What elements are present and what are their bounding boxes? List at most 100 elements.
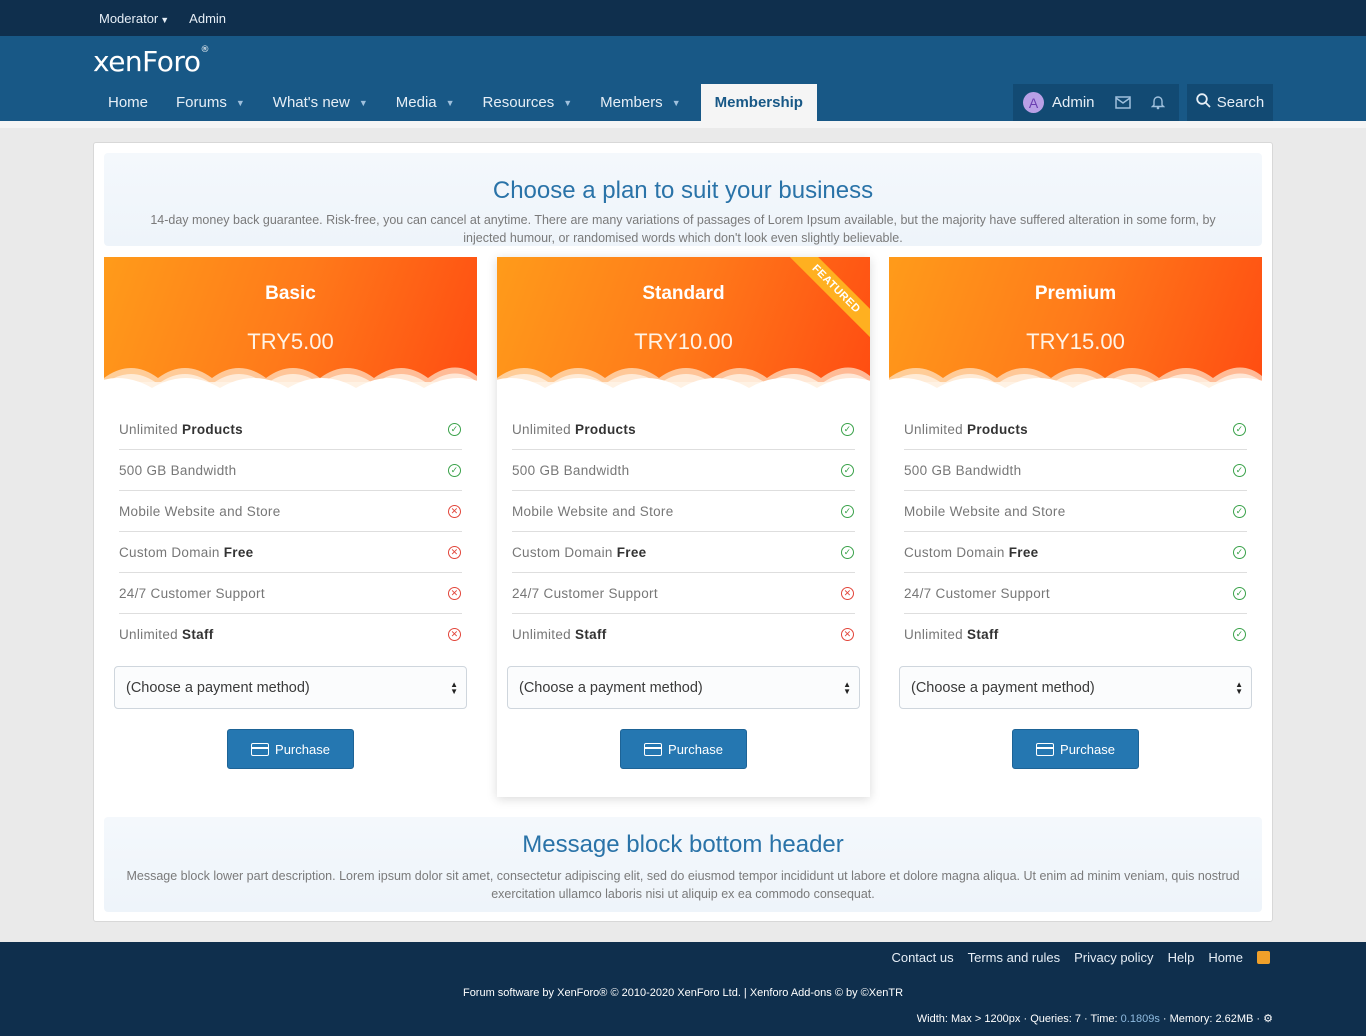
search-label: Search <box>1216 94 1265 111</box>
feature-item: 24/7 Customer Support ✕ <box>512 573 855 614</box>
plan-price: TRY15.00 <box>1026 329 1125 354</box>
feature-highlight: Free <box>223 544 254 560</box>
feature-text: 500 GB Bandwidth <box>119 463 236 478</box>
purchase-button[interactable]: Purchase <box>620 729 747 769</box>
check-circle-icon: ✓ <box>1233 545 1246 559</box>
rss-icon[interactable] <box>1257 951 1270 964</box>
feature-item: Unlimited Products ✓ <box>904 409 1247 450</box>
wave-decoration <box>869 364 1279 402</box>
check-circle-icon: ✓ <box>841 422 854 436</box>
feature-label: Unlimited <box>904 627 968 642</box>
payment-method-select[interactable]: (Choose a payment method) ▲ ▼ <box>899 666 1252 709</box>
debug-time: 0.1809s <box>1120 1013 1160 1025</box>
feature-item: Mobile Website and Store ✓ <box>904 491 1247 532</box>
payment-method-select[interactable]: (Choose a payment method) ▲ ▼ <box>114 666 467 709</box>
moderator-label: Moderator <box>99 10 159 26</box>
credit-card-icon <box>644 742 663 756</box>
copyright: Forum software by XenForo® © 2010-2020 X… <box>462 987 904 999</box>
select-arrows-icon: ▲ ▼ <box>1235 679 1243 696</box>
bottom-description: Message block lower part description. Lo… <box>126 869 1240 901</box>
feature-text: Unlimited Staff <box>904 627 999 642</box>
feature-list: Unlimited Products ✓ 500 GB Bandwidth ✓ Mobi… <box>512 409 855 655</box>
nav-item-membership[interactable]: Membership <box>700 84 817 121</box>
envelope-icon[interactable] <box>1114 96 1131 109</box>
nav-item-resources[interactable]: Resources ▼ <box>469 84 587 121</box>
cross-circle-icon: ✕ <box>841 628 854 641</box>
staff-bar: Moderator ▼ Admin <box>0 0 1366 36</box>
feature-text: Unlimited Products <box>512 422 636 437</box>
feature-label: Unlimited <box>119 421 183 437</box>
gear-icon[interactable]: ⚙ <box>1263 1013 1273 1025</box>
page-title: Choose a plan to suit your business <box>492 177 874 204</box>
feature-item: 24/7 Customer Support ✓ <box>904 573 1247 614</box>
cross-circle-icon: ✕ <box>448 586 461 600</box>
payment-method-value: (Choose a payment method) <box>126 679 310 696</box>
main-nav: Home Forums ▼ What's new ▼ Media ▼ Resources ▼ Me… <box>94 84 817 121</box>
chevron-down-icon[interactable]: ▼ <box>446 98 455 108</box>
feature-label: Mobile Website and Store <box>119 503 281 519</box>
footer-link-contact-us[interactable]: Contact us <box>891 950 953 965</box>
payment-method-value: (Choose a payment method) <box>519 679 703 696</box>
feature-text: Unlimited Products <box>904 422 1028 437</box>
plan-title: Basic <box>265 283 316 304</box>
nav-item-what-s-new[interactable]: What's new ▼ <box>259 84 382 121</box>
search-icon <box>1196 93 1211 112</box>
feature-label: Mobile Website and Store <box>904 503 1066 519</box>
feature-label: 24/7 Customer Support <box>904 585 1050 601</box>
main-content: Choose a plan to suit your business 14-d… <box>84 142 1279 922</box>
cross-circle-icon: ✕ <box>448 504 461 518</box>
check-circle-icon: ✓ <box>1233 463 1246 477</box>
feature-highlight: Staff <box>182 627 214 642</box>
feature-label: Unlimited <box>512 627 576 642</box>
feature-item: Unlimited Staff ✕ <box>512 614 855 655</box>
cross-circle-icon: ✕ <box>448 628 461 641</box>
nav-item-label: Resources <box>482 94 555 111</box>
feature-list: Unlimited Products ✓ 500 GB Bandwidth ✓ Mobi… <box>119 409 462 655</box>
chevron-down-icon[interactable]: ▼ <box>563 98 572 108</box>
check-circle-icon: ✓ <box>841 545 854 559</box>
site-footer: Contact us Terms and rules Privacy policy H… <box>0 942 1366 1036</box>
nav-item-media[interactable]: Media ▼ <box>382 84 469 121</box>
header-underbar <box>0 121 1366 128</box>
feature-item: Unlimited Products ✓ <box>119 409 462 450</box>
footer-link-help[interactable]: Help <box>1168 950 1195 965</box>
check-circle-icon: ✓ <box>1233 504 1246 518</box>
nav-item-forums[interactable]: Forums ▼ <box>162 84 259 121</box>
nav-item-home[interactable]: Home <box>94 84 162 121</box>
feature-highlight: Products <box>182 421 243 437</box>
footer-links: Contact us Terms and rules Privacy policy H… <box>891 950 1270 965</box>
feature-label: 500 GB Bandwidth <box>512 462 630 478</box>
search-button[interactable]: Search <box>1187 84 1273 121</box>
feature-text: 24/7 Customer Support <box>119 586 265 601</box>
wave-decoration <box>84 364 494 402</box>
feature-item: Custom Domain Free ✓ <box>904 532 1247 573</box>
feature-text: 24/7 Customer Support <box>512 586 658 601</box>
payment-method-select[interactable]: (Choose a payment method) ▲ ▼ <box>507 666 860 709</box>
moderator-menu[interactable]: Moderator ▼ <box>99 11 169 26</box>
bottom-message-block: Message block bottom header Message bloc… <box>104 817 1262 912</box>
feature-label: Mobile Website and Store <box>512 503 674 519</box>
footer-link-home[interactable]: Home <box>1208 950 1243 965</box>
chevron-down-icon[interactable]: ▼ <box>236 98 245 108</box>
feature-item: Custom Domain Free ✓ <box>512 532 855 573</box>
purchase-button[interactable]: Purchase <box>1012 729 1139 769</box>
user-name-link[interactable]: Admin <box>1052 94 1095 111</box>
chevron-down-icon[interactable]: ▼ <box>672 98 681 108</box>
bell-icon[interactable] <box>1150 95 1165 110</box>
admin-link[interactable]: Admin <box>189 11 226 26</box>
site-logo[interactable]: xenForo® <box>93 45 209 78</box>
feature-item: Mobile Website and Store ✕ <box>119 491 462 532</box>
feature-label: 500 GB Bandwidth <box>904 462 1022 478</box>
bottom-header: Message block bottom header <box>522 831 844 858</box>
nav-item-members[interactable]: Members ▼ <box>586 84 694 121</box>
chevron-down-icon[interactable]: ▼ <box>359 98 368 108</box>
nav-item-label: Home <box>108 94 149 111</box>
credit-card-icon <box>251 742 270 756</box>
feature-highlight: Free <box>1008 544 1039 560</box>
wave-decoration <box>477 364 887 402</box>
footer-link-terms-and-rules[interactable]: Terms and rules <box>968 950 1060 965</box>
feature-label: Custom Domain <box>119 544 224 560</box>
purchase-button[interactable]: Purchase <box>227 729 354 769</box>
footer-link-privacy-policy[interactable]: Privacy policy <box>1074 950 1153 965</box>
avatar[interactable]: A <box>1023 92 1044 113</box>
